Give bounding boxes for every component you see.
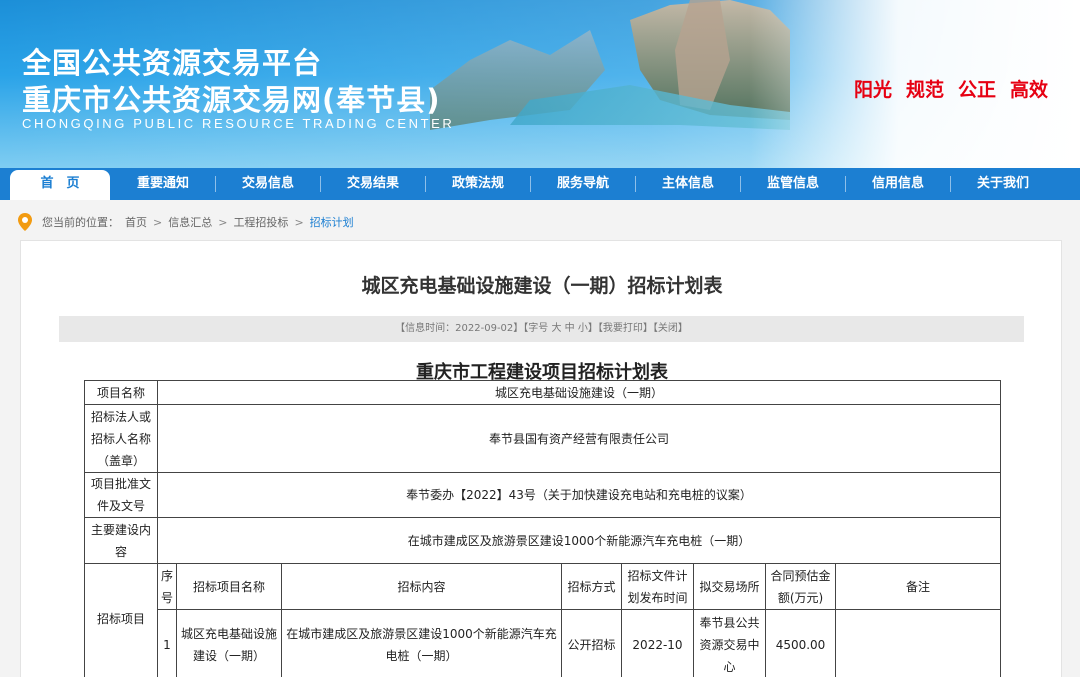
row-label: 项目名称: [84, 380, 158, 405]
nav-item-notices[interactable]: 重要通知: [111, 168, 215, 200]
nav-item-service-guide[interactable]: 服务导航: [531, 168, 635, 200]
row-value: 奉节县国有资产经营有限责任公司: [156, 404, 1002, 473]
breadcrumb-prefix: 您当前的位置：: [42, 216, 119, 229]
main-nav: 首 页 重要通知 交易信息 交易结果 政策法规 服务导航 主体信息 监管信息 信…: [0, 168, 1080, 200]
slogans: 阳光 规范 公正 高效: [854, 75, 1048, 102]
column-header: 合同预估金额(万元): [765, 563, 836, 610]
row-label: 主要建设内容: [84, 517, 158, 564]
cell-time: 2022-10: [621, 609, 694, 677]
site-title-line2: 重庆市公共资源交易网(奉节县): [22, 83, 441, 117]
breadcrumb-info-summary[interactable]: 信息汇总: [168, 214, 212, 230]
column-header: 序号: [157, 563, 177, 610]
table-row: 1 城区充电基础设施建设（一期） 在城市建成区及旅游景区建设1000个新能源汽车…: [85, 609, 1002, 677]
cell-amount: 4500.00: [765, 609, 836, 677]
cell-no: 1: [157, 609, 177, 677]
cell-content: 在城市建成区及旅游景区建设1000个新能源汽车充电桩（一期）: [281, 609, 562, 677]
column-header: 招标项目名称: [176, 563, 282, 610]
column-header: 招标文件计划发布时间: [621, 563, 694, 610]
nav-item-policies[interactable]: 政策法规: [426, 168, 530, 200]
nav-item-home[interactable]: 首 页: [10, 170, 110, 200]
bidding-plan-table: 项目名称 城区充电基础设施建设（一期） 招标法人或招标人名称（盖章） 奉节县国有…: [84, 380, 1002, 677]
nav-item-supervision[interactable]: 监管信息: [741, 168, 845, 200]
row-value: 城区充电基础设施建设（一期）: [156, 380, 1002, 405]
page: 全国公共资源交易平台 重庆市公共资源交易网(奉节县) CHONGQING PUB…: [0, 0, 1080, 677]
column-header: 备注: [834, 563, 1002, 610]
cell-method: 公开招标: [561, 609, 622, 677]
nav-item-entity-info[interactable]: 主体信息: [636, 168, 740, 200]
table-row: 招标法人或招标人名称（盖章） 奉节县国有资产经营有限责任公司: [84, 404, 1002, 473]
slogan: 高效: [1010, 79, 1049, 101]
breadcrumb-home[interactable]: 首页: [125, 214, 147, 230]
site-title-english: CHONGQING PUBLIC RESOURCE TRADING CENTER: [22, 116, 455, 131]
location-pin-icon: [18, 213, 32, 231]
breadcrumb-separator: >: [218, 215, 228, 229]
breadcrumb: 您当前的位置： 首页 > 信息汇总 > 工程招投标 > 招标计划: [18, 212, 360, 232]
row-value: 在城市建成区及旅游景区建设1000个新能源汽车充电桩（一期）: [156, 517, 1002, 564]
table-row: 项目名称 城区充电基础设施建设（一期）: [84, 380, 1002, 405]
cell-name: 城区充电基础设施建设（一期）: [176, 609, 282, 677]
breadcrumb-current[interactable]: 招标计划: [310, 214, 354, 230]
table-row: 项目批准文件及文号 奉节委办【2022】43号（关于加快建设充电站和充电桩的议案…: [84, 472, 1002, 518]
column-header: 招标内容: [281, 563, 562, 610]
site-title-line1: 全国公共资源交易平台: [22, 46, 323, 80]
row-label: 招标法人或招标人名称（盖章）: [84, 404, 158, 473]
slogan: 规范: [906, 79, 945, 101]
article-title: 城区充电基础设施建设（一期）招标计划表: [361, 275, 723, 297]
breadcrumb-engineering-bidding[interactable]: 工程招投标: [233, 214, 288, 230]
cell-venue: 奉节县公共资源交易中心: [693, 609, 766, 677]
slogan: 阳光: [854, 79, 893, 101]
article-card: 城区充电基础设施建设（一期）招标计划表 【信息时间：2022-09-02】【字号…: [20, 240, 1062, 677]
cell-remark: [834, 609, 1002, 677]
row-label: 项目批准文件及文号: [84, 472, 158, 518]
nav-item-trade-results[interactable]: 交易结果: [321, 168, 425, 200]
column-header: 招标方式: [561, 563, 622, 610]
table-row: 主要建设内容 在城市建成区及旅游景区建设1000个新能源汽车充电桩（一期）: [84, 517, 1002, 564]
breadcrumb-separator: >: [294, 215, 304, 229]
column-header: 拟交易场所: [693, 563, 766, 610]
nav-item-about[interactable]: 关于我们: [951, 168, 1055, 200]
site-banner: 全国公共资源交易平台 重庆市公共资源交易网(奉节县) CHONGQING PUB…: [0, 0, 1080, 168]
breadcrumb-separator: >: [153, 215, 163, 229]
table-header-row: 招标项目 序号 招标项目名称 招标内容 招标方式 招标文件计划发布时间 拟交易场…: [84, 563, 1002, 677]
row-value: 奉节委办【2022】43号（关于加快建设充电站和充电桩的议案）: [156, 472, 1002, 518]
slogan: 公正: [958, 79, 997, 101]
nav-item-credit[interactable]: 信用信息: [846, 168, 950, 200]
article-info-bar: 【信息时间：2022-09-02】【字号 大 中 小】【我要打印】【关闭】: [59, 316, 1024, 342]
section-label: 招标项目: [84, 563, 158, 677]
landscape-image: [430, 0, 790, 130]
nav-item-trade-info[interactable]: 交易信息: [216, 168, 320, 200]
